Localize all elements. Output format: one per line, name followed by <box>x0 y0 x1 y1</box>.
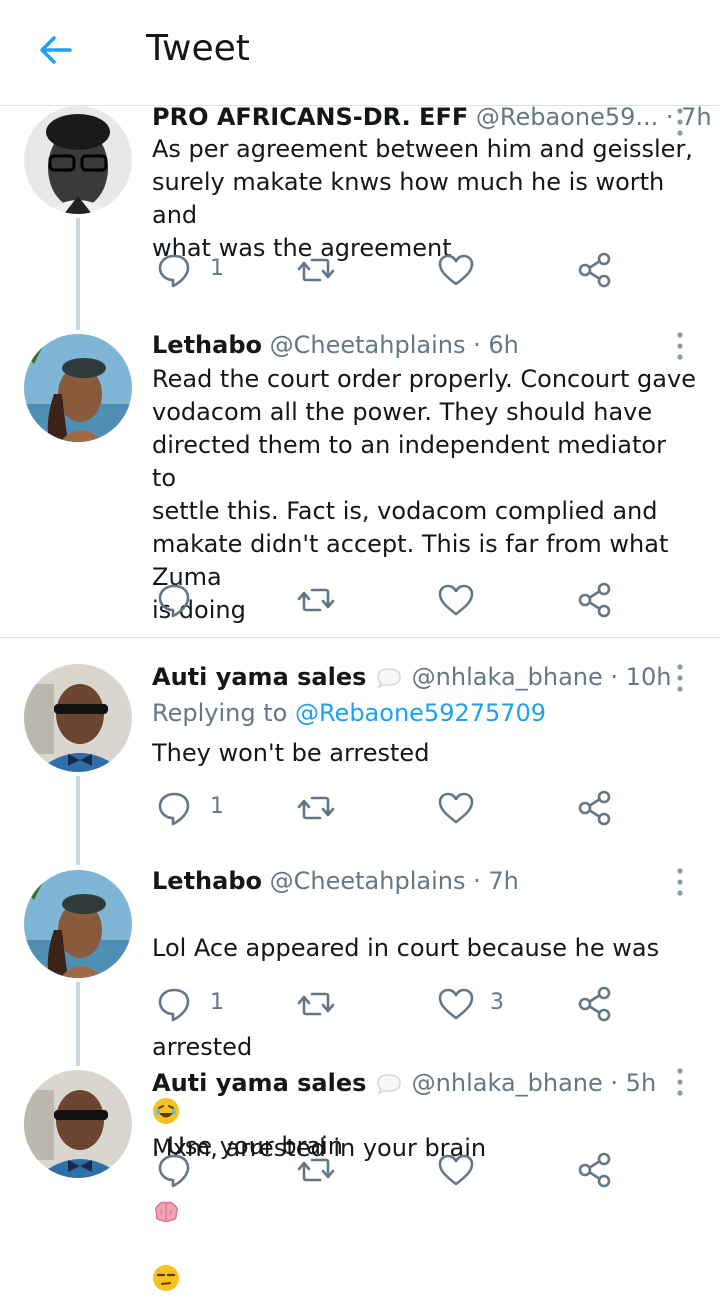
share-icon <box>578 252 611 288</box>
reply-count: 1 <box>210 256 224 281</box>
tweet-item[interactable]: Lethabo @Cheetahplains · 7h Lol Ace appe… <box>0 866 720 1160</box>
author-name[interactable]: Auti yama sales <box>152 1069 366 1097</box>
tweet-text-segment: arrested <box>152 1033 253 1061</box>
reply-icon <box>158 584 190 618</box>
reply-count: 1 <box>210 990 224 1015</box>
share-icon <box>578 986 611 1022</box>
reply-icon <box>158 1154 190 1188</box>
heart-icon <box>438 988 474 1020</box>
avatar[interactable] <box>24 334 132 442</box>
thread-line <box>76 218 80 330</box>
verified-badge-icon <box>374 665 404 689</box>
author-handle[interactable]: @Cheetahplains <box>270 331 466 359</box>
author-name[interactable]: Lethabo <box>152 331 262 359</box>
app-header: Tweet <box>0 0 720 106</box>
tweet-item[interactable]: Auti yama sales @nhlaka_bhane · 10h Repl… <box>0 660 720 865</box>
reply-count: 1 <box>210 794 224 819</box>
tweet-time: · 6h <box>473 331 519 359</box>
share-icon <box>578 582 611 618</box>
author-name[interactable]: Auti yama sales <box>152 663 366 691</box>
divider <box>0 637 720 638</box>
more-options-icon[interactable] <box>668 866 692 898</box>
author-name[interactable]: PRO AFRICANS-DR. EFF <box>152 103 468 131</box>
avatar[interactable] <box>24 870 132 978</box>
tweet-text: As per agreement between him and geissle… <box>152 135 693 262</box>
replying-to-handle[interactable]: @Rebaone59275709 <box>295 699 546 727</box>
thread-line <box>76 982 80 1066</box>
replying-to-label: Replying to <box>152 699 288 727</box>
tweet-text: Mxm, arrested in your brain <box>152 1099 697 1297</box>
avatar[interactable] <box>24 106 132 214</box>
avatar[interactable] <box>24 1070 132 1178</box>
retweet-icon <box>297 588 335 612</box>
tweet-text: They won't be arrested <box>152 739 430 767</box>
author-handle[interactable]: @nhlaka_bhane <box>412 663 603 691</box>
heart-icon <box>438 584 474 616</box>
tweet-actions: 1 <box>152 250 632 290</box>
tweet-text-line: Lol Ace appeared in court because he was <box>152 934 660 962</box>
tweet-actions <box>152 580 632 620</box>
retweet-icon <box>297 258 335 282</box>
more-options-icon[interactable] <box>668 330 692 362</box>
like-count: 3 <box>490 990 504 1015</box>
author-name[interactable]: Lethabo <box>152 867 262 895</box>
verified-badge-icon <box>374 1071 404 1095</box>
retweet-icon <box>297 1158 335 1182</box>
tweet-actions: 1 3 <box>152 984 632 1024</box>
tweet-item[interactable]: PRO AFRICANS-DR. EFF @Rebaone59... · 7h … <box>0 100 720 330</box>
back-arrow-icon[interactable] <box>36 30 76 70</box>
tweet-item[interactable]: Auti yama sales @nhlaka_bhane · 5h Mxm, … <box>0 1066 720 1291</box>
heart-icon <box>438 1154 474 1186</box>
reply-icon <box>158 792 190 826</box>
tweet-item[interactable]: Lethabo @Cheetahplains · 6h Read the cou… <box>0 330 720 635</box>
heart-icon <box>438 254 474 286</box>
tweet-time: · 5h <box>610 1069 657 1097</box>
share-icon <box>578 1152 611 1188</box>
more-options-icon[interactable] <box>668 1066 692 1098</box>
tweet-actions <box>152 1150 632 1190</box>
heart-icon <box>438 792 474 824</box>
author-handle[interactable]: @Cheetahplains <box>270 867 466 895</box>
tweet-actions: 1 <box>152 788 632 828</box>
retweet-icon <box>297 992 335 1016</box>
reply-icon <box>158 988 190 1022</box>
thread-line <box>76 776 80 865</box>
reply-icon <box>158 254 190 288</box>
share-icon <box>578 790 611 826</box>
tweet-time: · 10h <box>610 663 672 691</box>
replying-to: Replying to @Rebaone59275709 <box>152 698 546 728</box>
unamused-face-emoji-icon <box>152 1231 180 1291</box>
tweet-time: · 7h <box>473 867 519 895</box>
more-options-icon[interactable] <box>668 662 692 694</box>
avatar[interactable] <box>24 664 132 772</box>
author-handle[interactable]: @nhlaka_bhane <box>412 1069 603 1097</box>
retweet-icon <box>297 796 335 820</box>
author-handle[interactable]: @Rebaone59... <box>476 103 658 131</box>
page-title: Tweet <box>146 28 250 69</box>
